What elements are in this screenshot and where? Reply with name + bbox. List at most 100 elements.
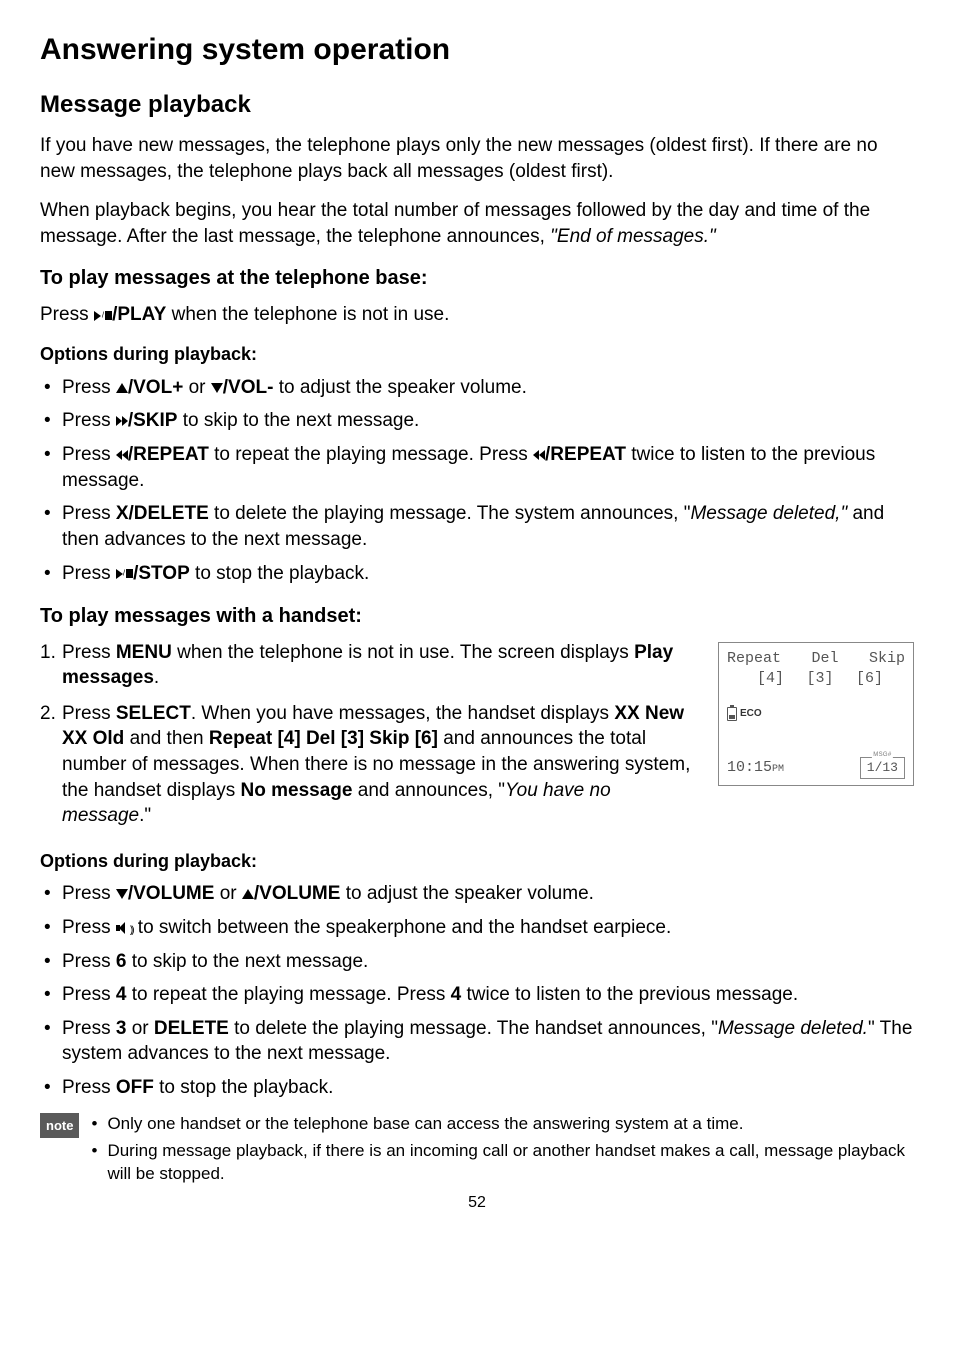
- lcd-repeat: Repeat: [727, 649, 781, 669]
- back-icon: [533, 442, 545, 468]
- handset-heading: To play messages with a handset:: [40, 603, 914, 630]
- t: to stop the playback.: [154, 1077, 334, 1098]
- t: to delete the playing message. The hands…: [229, 1018, 718, 1039]
- note-badge: note: [40, 1113, 79, 1139]
- step-2: 2. Press SELECT. When you have messages,…: [40, 701, 702, 829]
- no-message-label: No message: [241, 780, 353, 801]
- play-stop-icon: /: [94, 303, 112, 329]
- t: Press: [62, 503, 116, 524]
- options-heading-1: Options during playback:: [40, 342, 914, 366]
- t: to repeat the playing message. Press: [209, 444, 533, 465]
- t: Press: [62, 563, 116, 584]
- lcd-k4: [4]: [757, 669, 784, 689]
- text: when the telephone is not in use.: [166, 304, 449, 325]
- t: Press: [62, 377, 116, 398]
- option-delete: Press X/DELETE to delete the playing mes…: [40, 501, 914, 552]
- lcd-screen: Repeat Del Skip [4] [3] [6] ECO 10:15PM …: [718, 642, 914, 786]
- t: to skip to the next message.: [177, 410, 419, 431]
- note-2: During message playback, if there is an …: [89, 1140, 914, 1186]
- repeat-del-skip: Repeat [4] Del [3] Skip [6]: [209, 728, 438, 749]
- t: or: [214, 883, 241, 904]
- t: Press: [62, 703, 116, 724]
- intro-paragraph-2: When playback begins, you hear the total…: [40, 198, 914, 249]
- t: or: [183, 377, 210, 398]
- t: 10:15: [727, 759, 772, 776]
- key-4: 4: [116, 984, 127, 1005]
- t: . When you have messages, the handset di…: [191, 703, 615, 724]
- option-six: Press 6 to skip to the next message.: [40, 949, 914, 975]
- t: or: [126, 1018, 153, 1039]
- lcd-del: Del: [811, 649, 838, 669]
- eco-label: ECO: [740, 707, 762, 721]
- repeat-label: /REPEAT: [128, 444, 209, 465]
- t: Press: [62, 642, 116, 663]
- handset-steps: 1. Press MENU when the telephone is not …: [40, 640, 702, 829]
- t: Press: [62, 917, 116, 938]
- select-label: SELECT: [116, 703, 191, 724]
- down-icon: [211, 383, 223, 393]
- option-repeat: Press /REPEAT to repeat the playing mess…: [40, 442, 914, 493]
- t: to adjust the speaker volume.: [273, 377, 526, 398]
- t: Press: [62, 444, 116, 465]
- menu-label: MENU: [116, 642, 172, 663]
- t: Press: [62, 1077, 116, 1098]
- note-list: Only one handset or the telephone base c…: [89, 1113, 914, 1190]
- key-4: 4: [451, 984, 462, 1005]
- t: twice to listen to the previous message.: [461, 984, 798, 1005]
- lcd-skip: Skip: [869, 649, 905, 669]
- note-1: Only one handset or the telephone base c…: [89, 1113, 914, 1136]
- option-stop: Press //STOP to stop the playback.: [40, 561, 914, 587]
- base-options-list: Press /VOL+ or /VOL- to adjust the speak…: [40, 375, 914, 587]
- section-heading: Message playback: [40, 89, 914, 121]
- deleted-msg: Message deleted,": [690, 503, 847, 524]
- t: Press: [62, 984, 116, 1005]
- forward-icon: [116, 408, 128, 434]
- off-label: OFF: [116, 1077, 154, 1098]
- down-icon: [116, 889, 128, 899]
- lcd-k3: [3]: [806, 669, 833, 689]
- page-title: Answering system operation: [40, 30, 914, 71]
- intro-2a: When playback begins, you hear the total…: [40, 200, 870, 247]
- handset-options-list: Press /VOLUME or /VOLUME to adjust the s…: [40, 881, 914, 1100]
- intro-2b: "End of messages.": [550, 226, 716, 247]
- step-1: 1. Press MENU when the telephone is not …: [40, 640, 702, 691]
- skip-label: /SKIP: [128, 410, 178, 431]
- option-volume: Press /VOLUME or /VOLUME to adjust the s…: [40, 881, 914, 907]
- option-three: Press 3 or DELETE to delete the playing …: [40, 1016, 914, 1067]
- t: Press: [62, 883, 116, 904]
- battery-icon: [727, 707, 737, 721]
- t: and then: [124, 728, 209, 749]
- option-skip: Press /SKIP to skip to the next message.: [40, 408, 914, 434]
- back-icon: [116, 442, 128, 468]
- volume-label: /VOLUME: [254, 883, 341, 904]
- t: PM: [772, 764, 784, 775]
- delete-label: X/DELETE: [116, 503, 209, 524]
- lcd-msg-count: 1/13: [860, 757, 905, 779]
- lcd-k6: [6]: [856, 669, 883, 689]
- intro-paragraph-1: If you have new messages, the telephone …: [40, 133, 914, 184]
- t: to repeat the playing message. Press: [126, 984, 450, 1005]
- repeat-label: /REPEAT: [545, 444, 626, 465]
- key-6: 6: [116, 951, 127, 972]
- t: Press: [62, 951, 116, 972]
- page-number: 52: [40, 1192, 914, 1214]
- option-off: Press OFF to stop the playback.: [40, 1075, 914, 1101]
- option-four: Press 4 to repeat the playing message. P…: [40, 982, 914, 1008]
- t: and announces, ": [352, 780, 505, 801]
- up-icon: [242, 889, 254, 899]
- text: Press: [40, 304, 94, 325]
- delete-label: DELETE: [154, 1018, 229, 1039]
- key-3: 3: [116, 1018, 127, 1039]
- base-heading: To play messages at the telephone base:: [40, 265, 914, 292]
- speaker-icon: [116, 922, 130, 934]
- option-speaker: Press )) to switch between the speakerph…: [40, 915, 914, 941]
- t: to stop the playback.: [190, 563, 370, 584]
- t: .: [154, 667, 159, 688]
- vol-plus: /VOL+: [128, 377, 183, 398]
- deleted-quote: Message deleted.: [718, 1018, 868, 1039]
- note-box: note Only one handset or the telephone b…: [40, 1113, 914, 1190]
- t: to delete the playing message. The syste…: [209, 503, 691, 524]
- t: Press: [62, 410, 116, 431]
- volume-label: /VOLUME: [128, 883, 215, 904]
- t: when the telephone is not in use. The sc…: [172, 642, 634, 663]
